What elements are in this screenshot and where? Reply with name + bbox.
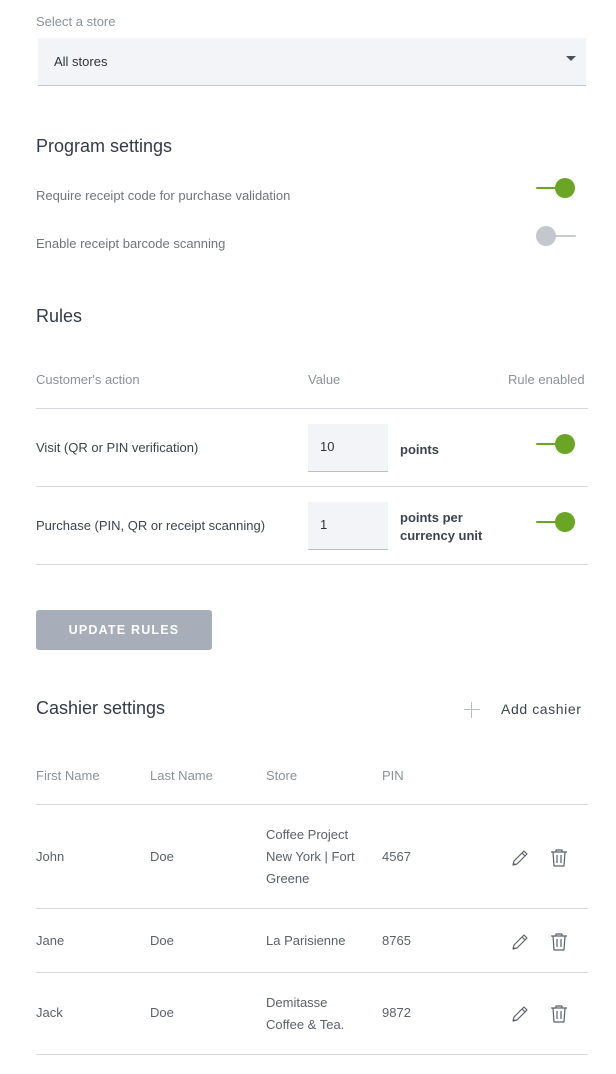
rule-enabled-toggle-purchase[interactable] — [536, 511, 576, 533]
cashier-settings-title: Cashier settings — [36, 698, 166, 718]
rule-value-input-purchase[interactable]: 1 — [308, 502, 388, 550]
store-select[interactable]: All stores — [38, 38, 586, 86]
cashier-pin: 4567 — [382, 849, 411, 864]
add-cashier-label: Add cashier — [501, 701, 582, 717]
delete-cashier-button[interactable] — [548, 847, 570, 869]
cashier-store-line: New York | Fort — [266, 849, 355, 864]
edit-cashier-button[interactable] — [509, 1003, 531, 1025]
rules-title: Rules — [36, 306, 83, 326]
rule-unit-line: points per — [400, 510, 463, 525]
cashier-pin: 9872 — [382, 1005, 411, 1020]
toggle-knob — [555, 178, 575, 198]
barcode-scanning-toggle[interactable] — [536, 225, 576, 247]
toggle-knob — [555, 434, 575, 454]
add-cashier-button[interactable]: Add cashier — [458, 699, 592, 721]
cashier-first-name: Jane — [36, 933, 65, 948]
toggle-knob — [536, 226, 556, 246]
trash-icon — [551, 933, 567, 951]
rule-unit-line: currency unit — [400, 528, 483, 543]
cashier-last-name: Doe — [150, 933, 174, 948]
trash-icon — [551, 1005, 567, 1023]
pencil-icon — [512, 1006, 528, 1022]
table-row: Jack Doe Demitasse Coffee & Tea. 9872 — [36, 973, 588, 1054]
store-select-label: Select a store — [36, 14, 116, 29]
rule-value-input-visit[interactable]: 10 — [308, 424, 388, 472]
cashier-store: La Parisienne — [266, 933, 346, 948]
table-row: Jane Doe La Parisienne 8765 — [36, 909, 588, 972]
delete-cashier-button[interactable] — [548, 931, 570, 953]
cashier-col-store: Store — [266, 768, 298, 783]
rule-action-purchase: Purchase (PIN, QR or receipt scanning) — [36, 518, 266, 533]
divider — [36, 564, 588, 565]
rules-col-enabled: Rule enabled — [508, 372, 585, 387]
rule-enabled-toggle-visit[interactable] — [536, 433, 576, 455]
setting-label-receipt-code: Require receipt code for purchase valida… — [36, 188, 291, 203]
cashier-last-name: Doe — [150, 1005, 174, 1020]
cashier-store-line: Greene — [266, 871, 310, 886]
cashier-col-first-name: First Name — [36, 768, 100, 783]
pencil-icon — [512, 934, 528, 950]
edit-cashier-button[interactable] — [509, 931, 531, 953]
edit-cashier-button[interactable] — [509, 847, 531, 869]
update-rules-button[interactable]: UPDATE RULES — [36, 610, 212, 650]
rules-col-action: Customer's action — [36, 372, 140, 387]
cashier-store-line: Demitasse — [266, 995, 328, 1010]
divider — [36, 408, 588, 409]
delete-cashier-button[interactable] — [548, 1003, 570, 1025]
store-select-value: All stores — [54, 54, 108, 69]
divider — [36, 486, 588, 487]
table-row: John Doe Coffee Project New York | Fort … — [36, 805, 588, 908]
rules-col-value: Value — [308, 372, 341, 387]
cashier-last-name: Doe — [150, 849, 174, 864]
cashier-first-name: John — [36, 849, 65, 864]
cashier-first-name: Jack — [36, 1005, 63, 1020]
receipt-code-toggle[interactable] — [536, 177, 576, 199]
pencil-icon — [512, 850, 528, 866]
cashier-pin: 8765 — [382, 933, 411, 948]
cashier-store: Coffee Project New York | Fort Greene — [266, 824, 355, 890]
toggle-knob — [555, 512, 575, 532]
plus-icon — [464, 702, 480, 718]
cashier-store-line: Coffee & Tea. — [266, 1017, 345, 1032]
rule-action-visit: Visit (QR or PIN verification) — [36, 440, 199, 455]
rule-unit-purchase: points per currency unit — [400, 509, 482, 545]
caret-down-icon — [566, 56, 576, 61]
cashier-store-line: Coffee Project — [266, 827, 349, 842]
cashier-store: Demitasse Coffee & Tea. — [266, 992, 344, 1036]
divider — [36, 1054, 588, 1055]
program-settings-title: Program settings — [36, 136, 173, 156]
trash-icon — [551, 849, 567, 867]
cashier-col-pin: PIN — [382, 768, 404, 783]
rule-unit-visit: points — [400, 442, 439, 457]
cashier-col-last-name: Last Name — [150, 768, 213, 783]
setting-label-barcode-scanning: Enable receipt barcode scanning — [36, 236, 226, 251]
